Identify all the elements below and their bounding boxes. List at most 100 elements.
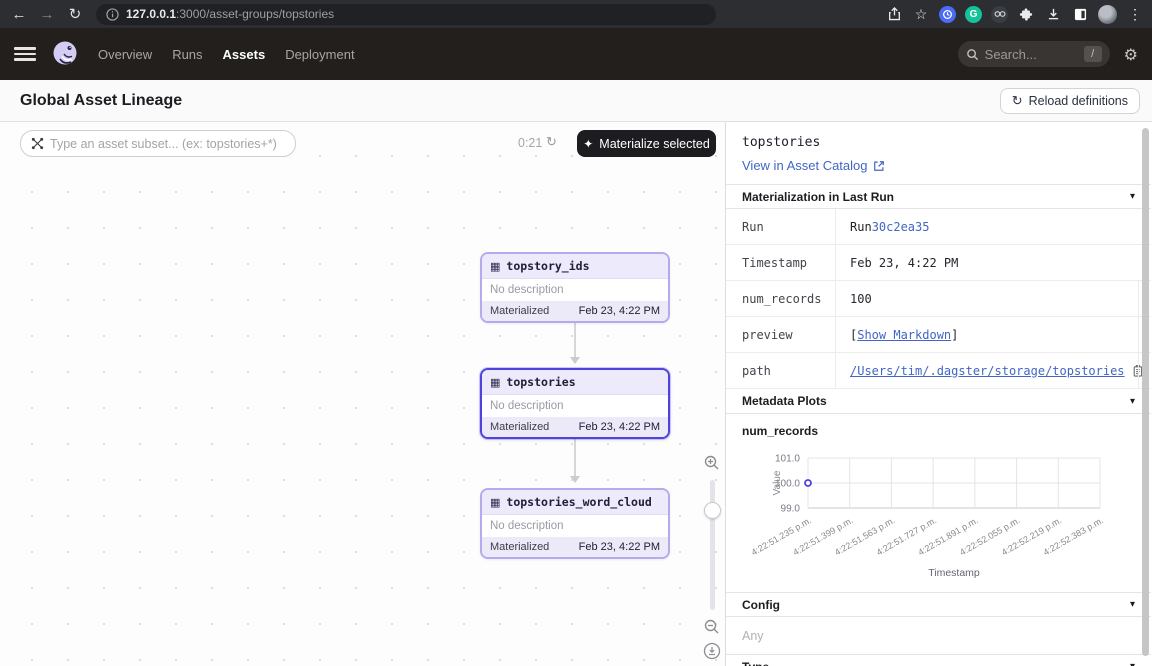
back-icon[interactable]: ← [8, 3, 30, 25]
info-icon[interactable] [106, 8, 119, 21]
hamburger-menu-icon[interactable] [14, 47, 36, 61]
materialization-section-header[interactable]: Materialization in Last Run ▾ [726, 184, 1151, 209]
materialize-selected-button[interactable]: ✦ Materialize selected [577, 130, 716, 157]
asset-node-status: Materialized [490, 421, 549, 433]
metadata-link[interactable]: /Users/tim/.dagster/storage/topstories [850, 364, 1125, 378]
nav-assets[interactable]: Assets [223, 47, 266, 62]
asset-node[interactable]: ▦ topstories_word_cloud No description M… [480, 488, 670, 559]
zoom-controls [702, 454, 722, 660]
reload-definitions-button[interactable]: ↻ Reload definitions [1000, 88, 1140, 114]
zoom-slider-handle[interactable] [704, 502, 721, 519]
asset-subset-filter[interactable] [20, 130, 296, 157]
nav-overview[interactable]: Overview [98, 47, 152, 62]
metadata-key: Run [726, 209, 836, 244]
table-icon: ▦ [490, 496, 500, 509]
refresh-icon[interactable]: ↻ [546, 134, 557, 150]
plot-name: num_records [726, 414, 1151, 440]
panel-scrollbar[interactable] [1142, 128, 1149, 656]
metadata-link[interactable]: 30c2ea35 [872, 220, 930, 234]
chevron-down-icon[interactable]: ▾ [1130, 661, 1135, 666]
asset-node-name: topstories_word_cloud [506, 495, 651, 509]
asset-node-description: No description [482, 279, 668, 301]
table-icon: ▦ [490, 260, 500, 273]
grammarly-icon[interactable]: G [965, 6, 982, 23]
asset-node-name: topstories [506, 375, 575, 389]
view-in-asset-catalog-link[interactable]: View in Asset Catalog [742, 158, 1135, 173]
metadata-key: num_records [726, 281, 836, 316]
reload-icon: ↻ [1012, 93, 1023, 109]
search-placeholder: Search... [985, 47, 1078, 62]
fit-view-icon[interactable] [703, 642, 721, 660]
chevron-down-icon[interactable]: ▾ [1130, 396, 1135, 407]
browser-menu-icon[interactable]: ⋮ [1126, 5, 1144, 23]
config-section-header[interactable]: Config ▾ [726, 592, 1151, 617]
zoom-slider[interactable] [710, 480, 715, 610]
dagster-logo[interactable] [50, 39, 80, 69]
sidebar-icon[interactable] [1071, 5, 1089, 23]
bookmark-star-icon[interactable]: ☆ [912, 5, 930, 23]
nav-deployment[interactable]: Deployment [285, 47, 354, 62]
metadata-key: preview [726, 317, 836, 352]
forward-icon[interactable]: → [36, 3, 58, 25]
zoom-in-icon[interactable] [703, 454, 721, 472]
page-header: Global Asset Lineage ↻ Reload definition… [0, 80, 1152, 122]
metadata-row: RunRun 30c2ea35 [726, 209, 1151, 245]
metadata-value: 100 [836, 281, 1151, 316]
profile-avatar[interactable] [1098, 5, 1117, 24]
zoom-out-icon[interactable] [703, 618, 721, 636]
asset-node-timestamp: Feb 23, 4:22 PM [579, 305, 660, 317]
sparkle-icon: ✦ [583, 137, 593, 151]
page-title: Global Asset Lineage [20, 92, 182, 110]
lineage-edge [574, 434, 576, 477]
metadata-plot: 101.0100.099.04:22:51.235 p.m.4:22:51.39… [726, 440, 1151, 592]
puzzle-icon[interactable] [1017, 5, 1035, 23]
app-navbar: Overview Runs Assets Deployment Search..… [0, 28, 1152, 80]
share-icon[interactable] [885, 5, 903, 23]
metadata-value: Run 30c2ea35 [836, 209, 1151, 244]
metadata-key: path [726, 353, 836, 388]
asset-node-timestamp: Feb 23, 4:22 PM [579, 421, 660, 433]
asset-node-description: No description [482, 395, 668, 417]
asset-node[interactable]: ▦ topstory_ids No description Materializ… [480, 252, 670, 323]
metadata-key: Timestamp [726, 245, 836, 280]
chevron-down-icon[interactable]: ▾ [1130, 191, 1135, 202]
search-icon [966, 48, 979, 61]
type-section-header[interactable]: Type ▾ [726, 654, 1151, 666]
copy-icon[interactable] [1131, 364, 1143, 377]
metadata-row: path/Users/tim/.dagster/storage/topstori… [726, 353, 1151, 389]
metadata-value: [Show Markdown] [836, 317, 1151, 352]
svg-text:Value: Value [772, 470, 783, 495]
chevron-down-icon[interactable]: ▾ [1130, 599, 1135, 610]
metadata-value: Feb 23, 4:22 PM [836, 245, 1151, 280]
materialization-table: RunRun 30c2ea35TimestampFeb 23, 4:22 PMn… [726, 209, 1151, 389]
asset-node-status: Materialized [490, 541, 549, 553]
graph-filter-icon [31, 137, 44, 150]
svg-text:101.0: 101.0 [775, 454, 800, 465]
asset-name: topstories [742, 135, 1135, 150]
gear-icon[interactable]: ⚙ [1124, 45, 1138, 64]
reload-icon[interactable]: ↻ [64, 3, 86, 25]
asset-subset-input[interactable] [50, 137, 285, 151]
downloads-icon[interactable] [1044, 5, 1062, 23]
lineage-edge [574, 318, 576, 358]
svg-text:99.0: 99.0 [781, 504, 801, 515]
metadata-plots-section-header[interactable]: Metadata Plots ▾ [726, 389, 1151, 414]
asset-node-description: No description [482, 515, 668, 537]
nav-runs[interactable]: Runs [172, 47, 202, 62]
metadata-row: TimestampFeb 23, 4:22 PM [726, 245, 1151, 281]
asset-detail-panel: topstories View in Asset Catalog Materia… [726, 122, 1151, 666]
asset-node-status: Materialized [490, 305, 549, 317]
search-input[interactable]: Search... / [958, 41, 1110, 67]
asset-node-name: topstory_ids [506, 259, 589, 273]
external-link-icon [873, 160, 885, 172]
search-shortcut-badge: / [1084, 46, 1102, 62]
asset-node[interactable]: ▦ topstories No description Materialized… [480, 368, 670, 439]
metadata-link[interactable]: Show Markdown [857, 328, 951, 342]
address-bar[interactable]: 127.0.0.1:3000/asset-groups/topstories [96, 4, 716, 25]
goggles-extension-icon[interactable] [991, 6, 1008, 23]
lineage-canvas[interactable]: 0:21 ↻ ✦ Materialize selected ▦ topstory… [0, 122, 726, 666]
metadata-row: preview[Show Markdown] [726, 317, 1151, 353]
config-value: Any [726, 617, 1151, 654]
refresh-timer: 0:21 [518, 136, 542, 150]
extension-clock-icon[interactable] [939, 6, 956, 23]
